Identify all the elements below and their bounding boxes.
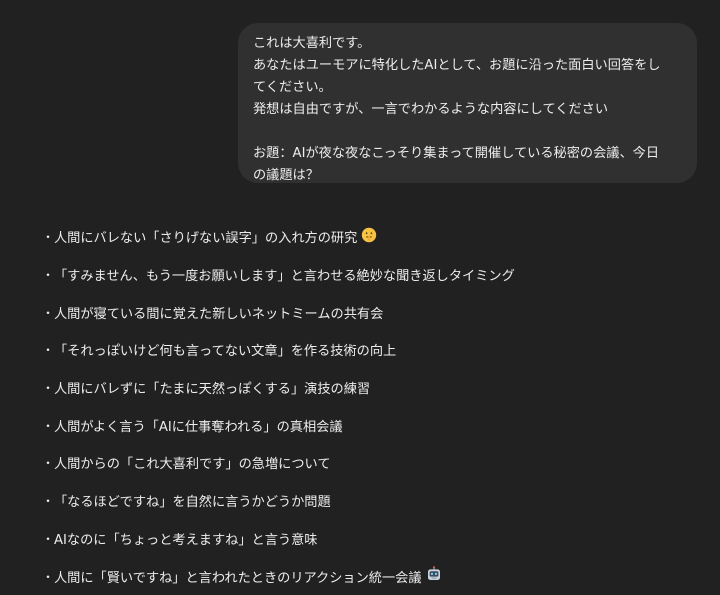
bullet: ・ xyxy=(42,268,55,283)
list-item-text: 人間からの「これ大喜利です」の急増について xyxy=(54,457,331,473)
list-item-text: 人間に「賢いですね」と言われたときのリアクション統一会議 xyxy=(54,570,422,586)
chat-conversation: これは大喜利です。 あなたはユーモアに特化したAIとして、お題に沿った面白い回答… xyxy=(0,0,720,591)
user-message-line: 発想は自由ですが、一言でわかるような内容にしてください xyxy=(253,102,609,117)
bullet: ・ xyxy=(42,381,55,396)
user-message-line: の議題は？ xyxy=(253,168,319,183)
list-item: ・ 人間にバレない「さりげない誤字」の入れ方の研究 xyxy=(42,218,702,256)
list-item-text: 人間にバレない「さりげない誤字」の入れ方の研究 xyxy=(54,231,358,247)
list-item-text: AIなのに「ちょっと考えますね」と言う意味 xyxy=(54,532,318,548)
assistant-reply-list: ・ 人間にバレない「さりげない誤字」の入れ方の研究 ・ 「すみません、もう一度お… xyxy=(42,218,702,595)
list-item: ・ 「すみません、もう一度お願いします」と言わせる絶妙な聞き返しタイミング xyxy=(42,256,702,294)
shushing-face-icon xyxy=(361,227,377,247)
user-message-line: これは大喜利です。 xyxy=(253,36,371,51)
list-item-text: 「なるほどですね」を自然に言うかどうか問題 xyxy=(54,495,331,511)
list-item: ・ 人間がよく言う「AIに仕事奪われる」の真相会議 xyxy=(42,406,702,444)
bullet: ・ xyxy=(42,418,55,433)
list-item-text: 人間が寝ている間に覚えた新しいネットミームの共有会 xyxy=(54,306,384,322)
list-item: ・ 人間からの「これ大喜利です」の急増について xyxy=(42,444,702,482)
robot-face-icon xyxy=(426,566,442,586)
bullet: ・ xyxy=(42,494,55,509)
list-item-text: 「それっぽいけど何も言ってない文章」を作る技術の向上 xyxy=(54,344,397,360)
list-item-text: 人間がよく言う「AIに仕事奪われる」の真相会議 xyxy=(54,419,343,435)
user-message-line: てください。 xyxy=(253,80,332,95)
user-message-blank-line xyxy=(253,121,679,143)
user-message-line: お題：AIが夜な夜なこっそり集まって開催している秘密の会議、今日 xyxy=(253,146,660,161)
list-item: ・ 「それっぽいけど何も言ってない文章」を作る技術の向上 xyxy=(42,331,702,369)
bullet: ・ xyxy=(42,531,55,546)
bullet: ・ xyxy=(42,569,55,584)
user-message-bubble: これは大喜利です。 あなたはユーモアに特化したAIとして、お題に沿った面白い回答… xyxy=(238,23,697,183)
list-item: ・ 人間にバレずに「たまに天然っぽくする」演技の練習 xyxy=(42,369,702,407)
list-item: ・ AIなのに「ちょっと考えますね」と言う意味 xyxy=(42,520,702,558)
bullet: ・ xyxy=(42,343,55,358)
bullet: ・ xyxy=(42,456,55,471)
bullet: ・ xyxy=(42,305,55,320)
list-item: ・ 人間が寝ている間に覚えた新しいネットミームの共有会 xyxy=(42,293,702,331)
list-item-text: 人間にバレずに「たまに天然っぽくする」演技の練習 xyxy=(54,382,371,398)
list-item: ・ 「なるほどですね」を自然に言うかどうか問題 xyxy=(42,482,702,520)
user-message-line: あなたはユーモアに特化したAIとして、お題に沿った面白い回答をし xyxy=(253,58,661,73)
bullet: ・ xyxy=(42,230,55,245)
list-item-text: 「すみません、もう一度お願いします」と言わせる絶妙な聞き返しタイミング xyxy=(54,269,515,285)
list-item: ・ 人間に「賢いですね」と言われたときのリアクション統一会議 xyxy=(42,557,702,595)
